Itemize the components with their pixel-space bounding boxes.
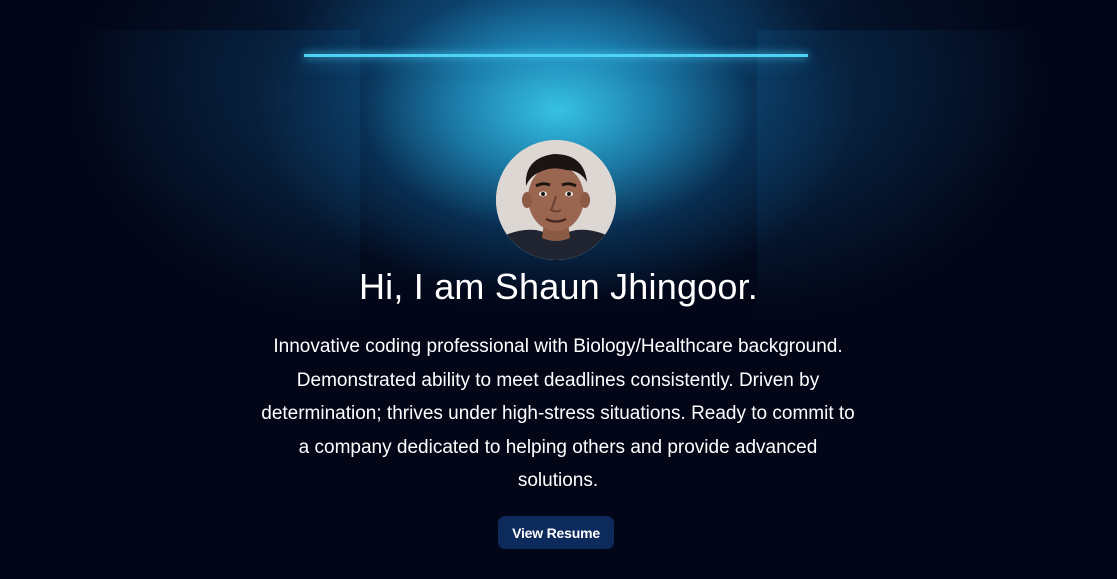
profile-avatar: [496, 140, 616, 260]
view-resume-button[interactable]: View Resume: [498, 516, 614, 549]
profile-photo: [496, 140, 616, 260]
lamp-bar: [304, 54, 808, 57]
hero-headline: Hi, I am Shaun Jhingoor.: [358, 266, 759, 307]
hero-section: Hi, I am Shaun Jhingoor. Innovative codi…: [0, 0, 1117, 579]
hero-bio: Innovative coding professional with Biol…: [261, 336, 855, 491]
